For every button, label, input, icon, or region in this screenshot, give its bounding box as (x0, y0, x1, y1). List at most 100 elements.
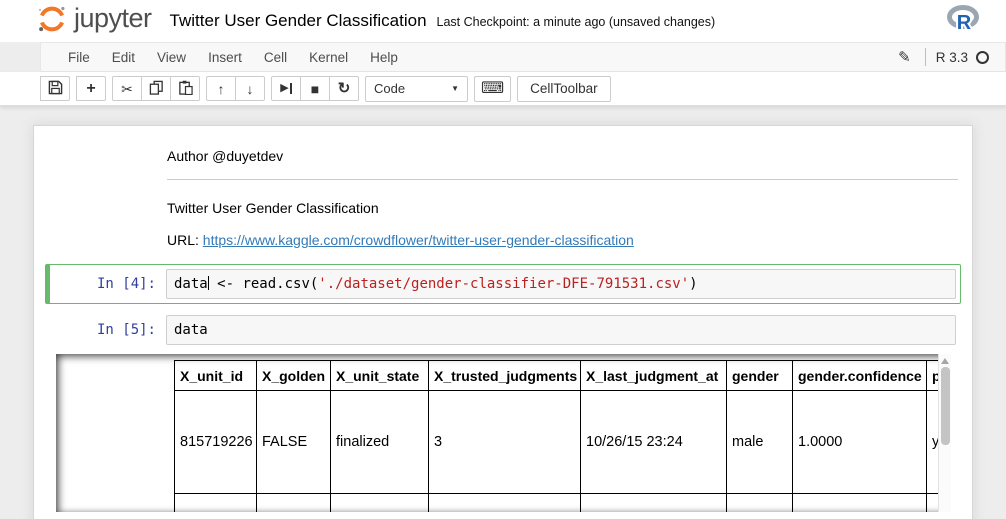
markdown-divider (167, 179, 958, 180)
table-cell (727, 494, 793, 513)
markdown-cell-author[interactable]: Author @duyetdev (34, 138, 972, 184)
menubar: File Edit View Insert Cell Kernel Help ✎… (40, 42, 1006, 72)
menu-cell[interactable]: Cell (253, 50, 298, 65)
jupyter-logo-text: jupyter (74, 3, 152, 34)
save-icon (48, 80, 63, 98)
save-button[interactable] (40, 76, 70, 101)
prompt-spacer (46, 138, 167, 184)
plus-icon: + (86, 81, 95, 97)
col-header: gender (727, 361, 793, 391)
menubar-divider (925, 48, 926, 66)
arrow-down-icon: ↓ (247, 82, 254, 96)
intro-title: Twitter User Gender Classification (167, 200, 958, 216)
col-header: X_unit_state (331, 361, 429, 391)
table-cell (793, 494, 927, 513)
copy-cell-button[interactable] (141, 76, 171, 101)
col-header: gender.confidence (793, 361, 927, 391)
celltoolbar-button[interactable]: CellToolbar (517, 76, 611, 102)
table-cell: 3 (429, 391, 581, 494)
code-editor-4[interactable]: data <- read.csv('./dataset/gender-class… (166, 269, 956, 299)
checkpoint-status: Last Checkpoint: a minute ago (unsaved c… (437, 15, 716, 29)
kernel-name: R 3.3 (936, 50, 968, 65)
table-cell: male (727, 391, 793, 494)
cell-type-dropdown[interactable]: Code ▼ (365, 76, 468, 102)
code-cell-5[interactable]: In [5]: data (45, 310, 961, 350)
markdown-cell-intro[interactable]: Twitter User Gender Classification URL: … (34, 184, 972, 258)
url-label: URL: (167, 232, 203, 248)
run-icon: ▶ (280, 83, 288, 94)
jupyter-logo[interactable]: jupyter (37, 4, 152, 39)
edit-mode-pencil-icon: ✎ (898, 48, 911, 66)
col-header: X_last_judgment_at (581, 361, 727, 391)
input-prompt-5: In [5]: (54, 315, 166, 345)
notebook-panel: Author @duyetdev Twitter User Gender Cla… (0, 106, 1006, 519)
table-cell: 10/26/15 23:24 (581, 391, 727, 494)
table-cell (257, 494, 331, 513)
output-area: X_unit_id X_golden X_unit_state X_truste… (56, 354, 951, 512)
scrollbar-thumb[interactable] (941, 367, 950, 445)
interrupt-kernel-button[interactable]: ■ (300, 76, 330, 101)
kaggle-dataset-link[interactable]: https://www.kaggle.com/crowdflower/twitt… (203, 232, 634, 248)
kernel-idle-icon (976, 51, 989, 64)
table-cell: 1.0000 (793, 391, 927, 494)
input-prompt-4: In [4]: (54, 269, 166, 299)
chevron-down-icon: ▼ (451, 84, 459, 93)
move-cell-down-button[interactable]: ↓ (235, 76, 265, 101)
table-cell (175, 494, 257, 513)
copy-icon (149, 80, 164, 98)
menu-insert[interactable]: Insert (197, 50, 253, 65)
table-row (175, 494, 952, 513)
celltoolbar-label: CellToolbar (530, 81, 598, 96)
code-call: read.csv( (242, 276, 318, 292)
code-string: './dataset/gender-classifier-DFE-791531.… (318, 276, 689, 292)
output-scroll-area[interactable]: X_unit_id X_golden X_unit_state X_truste… (56, 354, 951, 512)
cut-cell-button[interactable]: ✂ (112, 76, 142, 101)
notebook-title[interactable]: Twitter User Gender Classification (170, 11, 427, 31)
restart-icon: ↻ (338, 81, 351, 96)
scissors-icon: ✂ (121, 82, 133, 96)
col-header: X_trusted_judgments (429, 361, 581, 391)
restart-kernel-button[interactable]: ↻ (329, 76, 359, 101)
menu-help[interactable]: Help (359, 50, 409, 65)
table-row: 815719226 FALSE finalized 3 10/26/15 23:… (175, 391, 952, 494)
table-cell: finalized (331, 391, 429, 494)
menu-file[interactable]: File (57, 50, 101, 65)
table-header-row: X_unit_id X_golden X_unit_state X_truste… (175, 361, 952, 391)
prompt-spacer (46, 184, 167, 258)
output-scrollbar[interactable] (938, 354, 951, 512)
run-cell-button[interactable]: ▶ (271, 76, 301, 101)
scrollbar-arrow-up-icon[interactable] (941, 358, 949, 364)
add-cell-button[interactable]: + (76, 76, 106, 101)
col-header: X_golden (257, 361, 331, 391)
table-cell: 815719226 (175, 391, 257, 494)
menu-kernel[interactable]: Kernel (298, 50, 359, 65)
keyboard-icon: ⌨ (481, 81, 504, 97)
menubar-right: ✎ R 3.3 (898, 48, 1005, 66)
command-palette-button[interactable]: ⌨ (474, 76, 511, 102)
toolbar: + ✂ ↑ ↓ ▶ ■ ↻ (0, 72, 1006, 106)
jupyter-logo-icon (37, 4, 67, 39)
code-cell-4[interactable]: In [4]: data <- read.csv('./dataset/gend… (45, 264, 961, 304)
r-kernel-logo-icon: R R (946, 4, 980, 39)
paste-icon (178, 80, 193, 98)
notebook-container: Author @duyetdev Twitter User Gender Cla… (33, 125, 973, 519)
table-cell (581, 494, 727, 513)
menu-view[interactable]: View (146, 50, 197, 65)
notebook-header: jupyter Twitter User Gender Classificati… (0, 0, 1006, 42)
cell-type-selected: Code (374, 81, 405, 96)
svg-text:R: R (957, 12, 972, 34)
intro-url-line: URL: https://www.kaggle.com/crowdflower/… (167, 232, 958, 248)
table-cell (331, 494, 429, 513)
code-var: data (174, 276, 208, 292)
menu-edit[interactable]: Edit (101, 50, 146, 65)
col-header: X_unit_id (175, 361, 257, 391)
run-icon-bar (290, 83, 292, 94)
arrow-up-icon: ↑ (218, 82, 225, 96)
code-var: data (174, 322, 208, 338)
table-cell (429, 494, 581, 513)
paste-cell-button[interactable] (170, 76, 200, 101)
move-cell-up-button[interactable]: ↑ (206, 76, 236, 101)
author-text: Author @duyetdev (167, 148, 958, 164)
code-editor-5[interactable]: data (166, 315, 956, 345)
code-operator: <- (209, 276, 243, 292)
